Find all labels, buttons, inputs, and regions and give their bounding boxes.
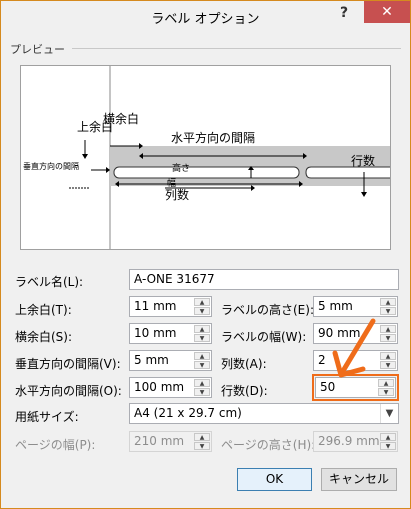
- spin-down-icon: ▼: [380, 442, 396, 450]
- spin-up-icon[interactable]: ▲: [194, 298, 210, 306]
- page-width-spinner: 210 mm ▲ ▼: [129, 431, 212, 452]
- spin-up-icon[interactable]: ▲: [194, 325, 210, 333]
- vertical-pitch-spinner[interactable]: 5 mm ▲ ▼: [129, 350, 212, 371]
- cancel-button[interactable]: キャンセル: [321, 468, 397, 491]
- side-margin-spinner[interactable]: 10 mm ▲ ▼: [129, 323, 212, 344]
- label-strip: [110, 146, 390, 186]
- preview-diagram: [69, 66, 390, 249]
- spin-up-icon[interactable]: ▲: [380, 325, 396, 333]
- spin-up-icon: ▲: [194, 433, 210, 441]
- label-name-label: ラベル名(L):: [15, 275, 84, 289]
- vertical-pitch-label: 垂直方向の間隔(V):: [15, 357, 121, 371]
- title-bar: ラベル オプション ? ✕: [1, 1, 410, 31]
- label-shape-2: [305, 166, 390, 179]
- spin-up-icon[interactable]: ▲: [194, 352, 210, 360]
- page-width-label: ページの幅(P):: [15, 438, 96, 452]
- spin-up-icon[interactable]: ▲: [380, 352, 396, 360]
- help-button[interactable]: ?: [333, 3, 355, 23]
- top-margin-spinner[interactable]: 11 mm ▲ ▼: [129, 296, 212, 317]
- label-name-field[interactable]: A-ONE 31677: [129, 269, 399, 290]
- horizontal-pitch-label: 水平方向の間隔(O):: [15, 384, 122, 398]
- chevron-down-icon[interactable]: ▼: [380, 404, 398, 423]
- spin-down-icon[interactable]: ▼: [194, 388, 210, 396]
- paper-size-label: 用紙サイズ:: [15, 410, 79, 424]
- close-icon: ✕: [381, 4, 393, 20]
- preview-group-title: プレビュー: [10, 41, 69, 57]
- spin-up-icon: ▲: [380, 433, 396, 441]
- preview-group: プレビュー 上余白 横余白 水平方向の間隔 垂直方向の間隔 高さ 幅 列数 行数: [10, 41, 401, 256]
- label-shape-1: [113, 166, 300, 179]
- spin-down-icon[interactable]: ▼: [194, 307, 210, 315]
- horizontal-pitch-spinner[interactable]: 100 mm ▲ ▼: [129, 377, 212, 398]
- preview-height-label: 高さ: [172, 164, 191, 174]
- spin-down-icon[interactable]: ▼: [194, 334, 210, 342]
- preview-vertical-pitch-label: 垂直方向の間隔: [23, 162, 79, 171]
- preview-columns-label: 列数: [165, 188, 190, 202]
- paper-size-select[interactable]: A4 (21 x 29.7 cm) ▼: [129, 403, 399, 424]
- label-height-label: ラベルの高さ(E):: [221, 303, 314, 317]
- annotation-arrow-icon: [332, 318, 376, 378]
- preview-side-margin-label: 横余白: [103, 112, 140, 126]
- page-height-spinner: 296.9 mm ▲ ▼: [313, 431, 398, 452]
- preview-rows-label: 行数: [351, 154, 376, 168]
- label-height-spinner[interactable]: 5 mm ▲ ▼: [313, 296, 398, 317]
- preview-horizontal-pitch-label: 水平方向の間隔: [171, 129, 256, 146]
- page-height-label: ページの高さ(H):: [221, 438, 316, 452]
- spin-up-icon[interactable]: ▲: [194, 379, 210, 387]
- spin-down-icon[interactable]: ▼: [380, 334, 396, 342]
- label-options-dialog: ラベル オプション ? ✕ プレビュー 上余白 横余白 水平方向の間隔 垂直方向…: [0, 0, 411, 509]
- label-width-label: ラベルの幅(W):: [221, 330, 307, 344]
- spin-down-icon[interactable]: ▼: [380, 307, 396, 315]
- preview-canvas: 上余白 横余白 水平方向の間隔 垂直方向の間隔 高さ 幅 列数 行数: [20, 65, 391, 250]
- close-button[interactable]: ✕: [364, 1, 410, 23]
- spin-down-icon[interactable]: ▼: [380, 361, 396, 369]
- ok-button[interactable]: OK: [237, 468, 312, 491]
- top-margin-label: 上余白(T):: [15, 303, 72, 317]
- spin-down-icon[interactable]: ▼: [194, 361, 210, 369]
- columns-label: 列数(A):: [221, 357, 267, 371]
- group-divider: [72, 48, 401, 49]
- side-margin-label: 横余白(S):: [15, 330, 73, 344]
- rows-label: 行数(D):: [221, 384, 268, 398]
- spin-up-icon[interactable]: ▲: [380, 298, 396, 306]
- spin-down-icon: ▼: [194, 442, 210, 450]
